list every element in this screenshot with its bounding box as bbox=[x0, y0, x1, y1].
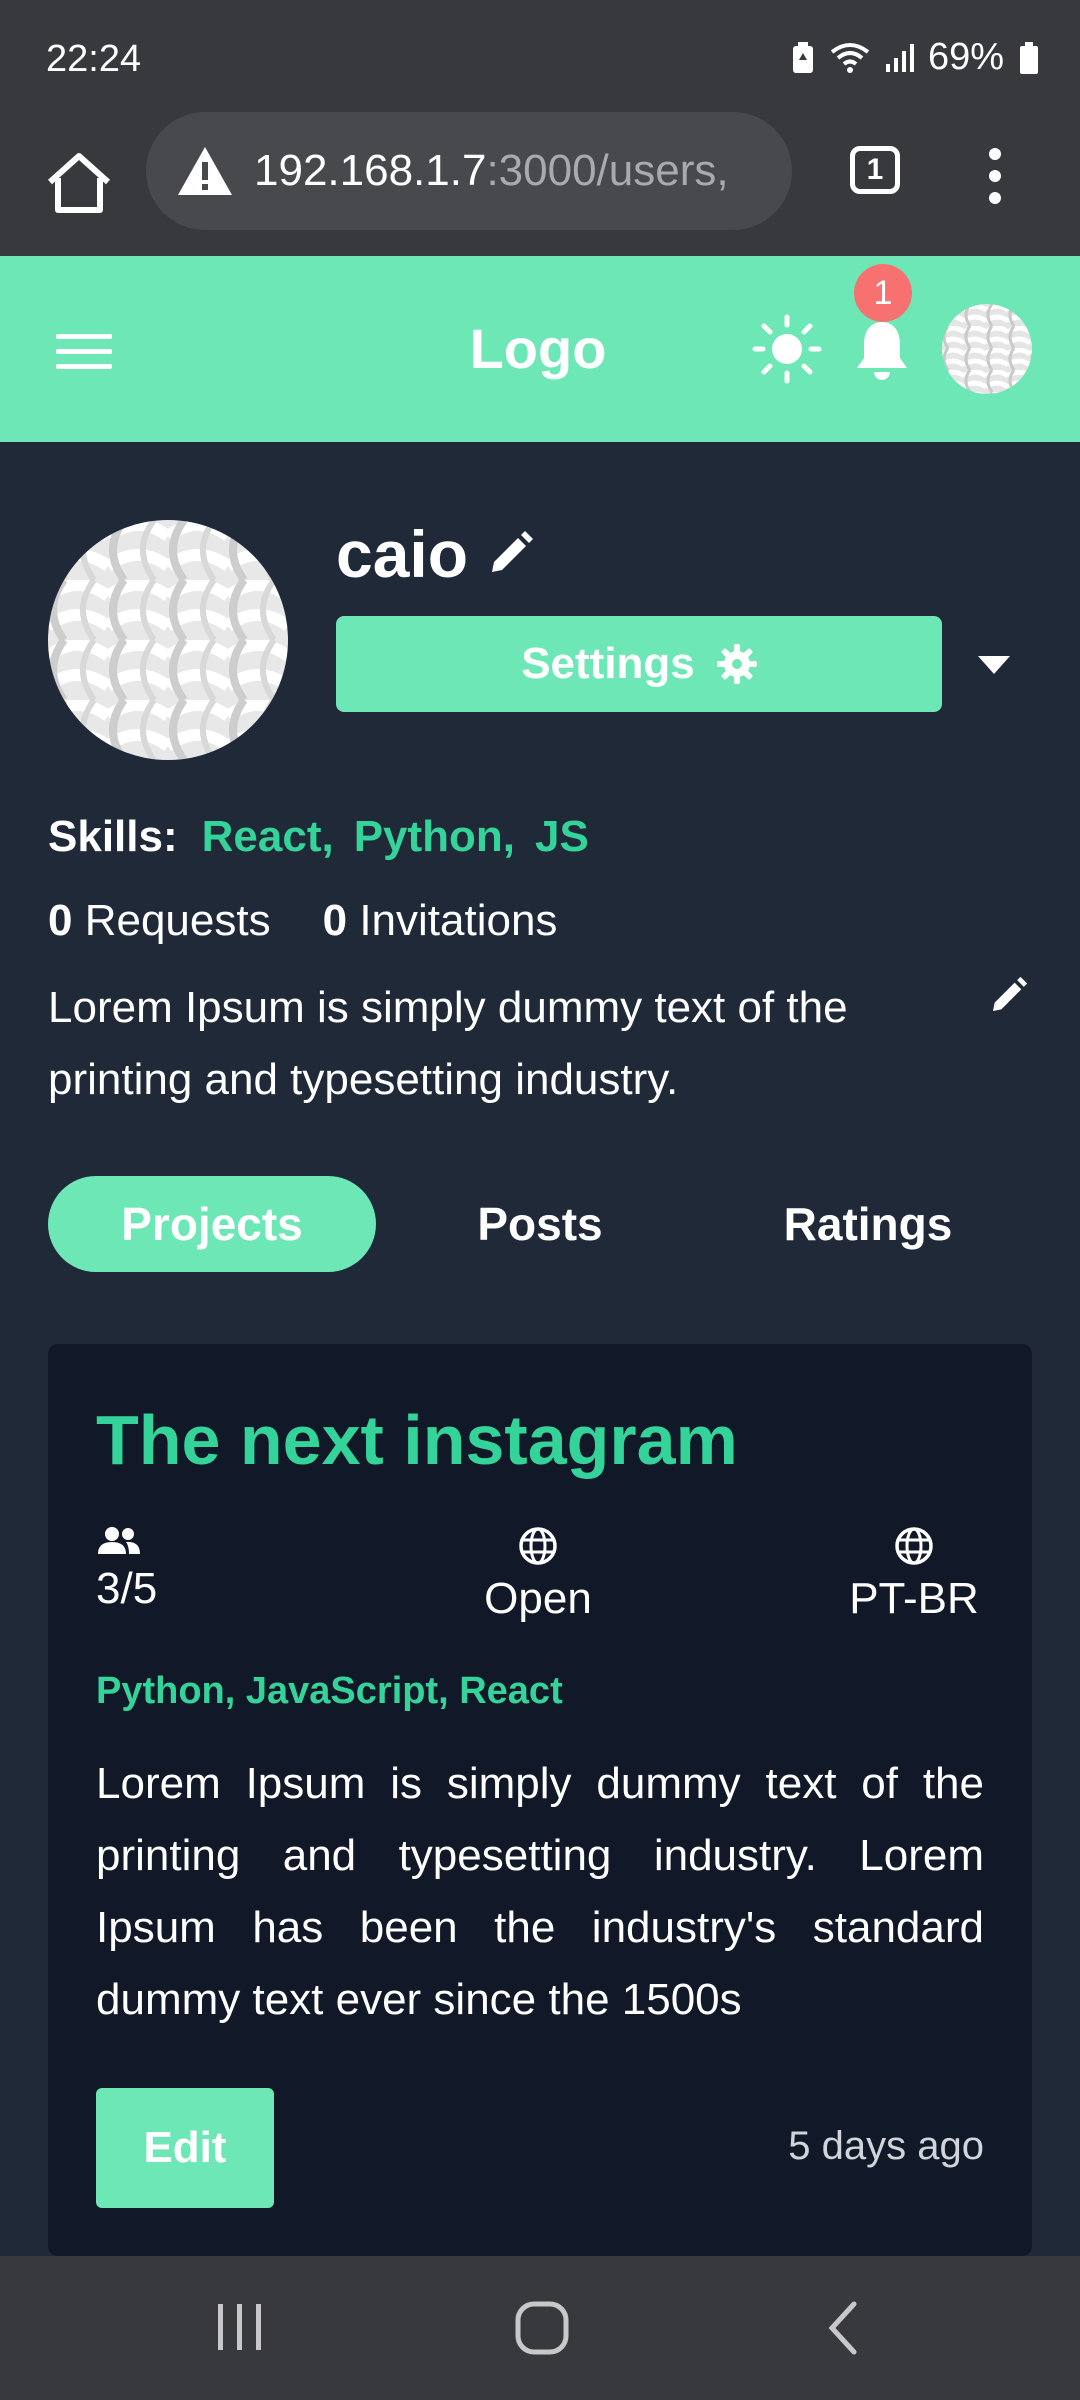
battery-saver-icon bbox=[792, 41, 813, 73]
project-members: 3/5 bbox=[96, 1526, 157, 1614]
address-bar[interactable]: 192.168.1.7:3000/users, bbox=[146, 112, 792, 230]
requests-number: 0 bbox=[48, 896, 73, 945]
battery-icon bbox=[1020, 41, 1038, 74]
logo-text[interactable]: Logo bbox=[470, 317, 607, 380]
more-options-icon[interactable] bbox=[980, 146, 1010, 206]
language-value: PT-BR bbox=[849, 1574, 979, 1623]
counts-row: 0 Requests 0 Invitations bbox=[48, 896, 557, 946]
people-icon bbox=[98, 1527, 140, 1554]
wifi-icon bbox=[830, 42, 870, 73]
logo-container: Logo bbox=[0, 316, 1080, 381]
status-icons: 69% bbox=[790, 36, 1040, 79]
edit-project-button[interactable]: Edit bbox=[96, 2088, 274, 2208]
browser-toolbar: 192.168.1.7:3000/users, 1 bbox=[0, 110, 1080, 256]
url-path: :3000/users, bbox=[486, 146, 729, 195]
url-text[interactable]: 192.168.1.7:3000/users, bbox=[254, 146, 729, 196]
username-row: caio bbox=[336, 516, 534, 592]
invitations-count[interactable]: 0 Invitations bbox=[323, 896, 558, 946]
status-value: Open bbox=[484, 1574, 592, 1623]
gear-icon bbox=[716, 644, 757, 684]
skill-tag[interactable]: JS bbox=[535, 812, 589, 862]
project-technologies: Python, JavaScript, React bbox=[96, 1670, 563, 1712]
edit-bio-icon[interactable] bbox=[988, 976, 1028, 1016]
avatar-pattern-image bbox=[942, 304, 1032, 394]
notification-badge: 1 bbox=[854, 264, 912, 322]
header-avatar[interactable] bbox=[942, 304, 1032, 394]
edit-username-icon[interactable] bbox=[486, 530, 534, 578]
members-value: 3/5 bbox=[96, 1564, 158, 1613]
project-card[interactable]: The next instagram 3/5 Open PT-BR Python… bbox=[48, 1344, 1032, 2256]
globe-icon bbox=[895, 1527, 933, 1565]
home-nav-icon[interactable] bbox=[512, 2298, 572, 2358]
tab-projects[interactable]: Projects bbox=[48, 1176, 376, 1272]
status-time: 22:24 bbox=[46, 38, 142, 80]
app-header: Logo 1 bbox=[0, 256, 1080, 442]
profile-avatar[interactable] bbox=[48, 520, 288, 760]
tab-posts[interactable]: Posts bbox=[376, 1176, 704, 1272]
chevron-down-icon[interactable] bbox=[976, 654, 1012, 676]
skills-label: Skills: bbox=[48, 812, 178, 861]
tab-ratings[interactable]: Ratings bbox=[704, 1176, 1032, 1272]
theme-toggle-icon[interactable] bbox=[752, 314, 822, 384]
notifications-bell-icon[interactable] bbox=[852, 318, 912, 382]
settings-button[interactable]: Settings bbox=[336, 616, 942, 712]
skill-tag[interactable]: React, bbox=[202, 812, 334, 862]
skills-row: Skills: React, Python, JS bbox=[48, 812, 589, 862]
warning-icon[interactable] bbox=[176, 144, 234, 198]
globe-icon bbox=[519, 1527, 557, 1565]
project-title[interactable]: The next instagram bbox=[96, 1400, 738, 1480]
username: caio bbox=[336, 517, 469, 591]
profile-pattern-image bbox=[48, 520, 288, 760]
battery-percent: 69% bbox=[927, 36, 1004, 78]
invitations-label: Invitations bbox=[359, 896, 558, 945]
requests-label: Requests bbox=[84, 896, 271, 945]
recent-apps-icon[interactable] bbox=[212, 2298, 268, 2354]
project-time-ago: 5 days ago bbox=[788, 2124, 984, 2168]
signal-icon bbox=[885, 43, 914, 72]
skill-tag[interactable]: Python, bbox=[354, 812, 515, 862]
tab-switcher-button[interactable]: 1 bbox=[850, 146, 900, 194]
project-status: Open bbox=[458, 1526, 618, 1624]
back-icon[interactable] bbox=[822, 2298, 862, 2358]
system-navigation-bar bbox=[0, 2256, 1080, 2400]
project-description: Lorem Ipsum is simply dummy text of the … bbox=[96, 1759, 984, 2024]
status-bar: 22:24 69% bbox=[0, 0, 1080, 110]
menu-icon[interactable] bbox=[56, 334, 112, 370]
requests-count[interactable]: 0 Requests bbox=[48, 896, 271, 946]
home-icon[interactable] bbox=[42, 146, 116, 220]
url-host: 192.168.1.7 bbox=[254, 146, 487, 195]
invitations-number: 0 bbox=[322, 896, 348, 945]
settings-label: Settings bbox=[521, 639, 695, 688]
profile-bio: Lorem Ipsum is simply dummy text of the … bbox=[48, 983, 848, 1104]
project-language: PT-BR bbox=[844, 1526, 984, 1624]
